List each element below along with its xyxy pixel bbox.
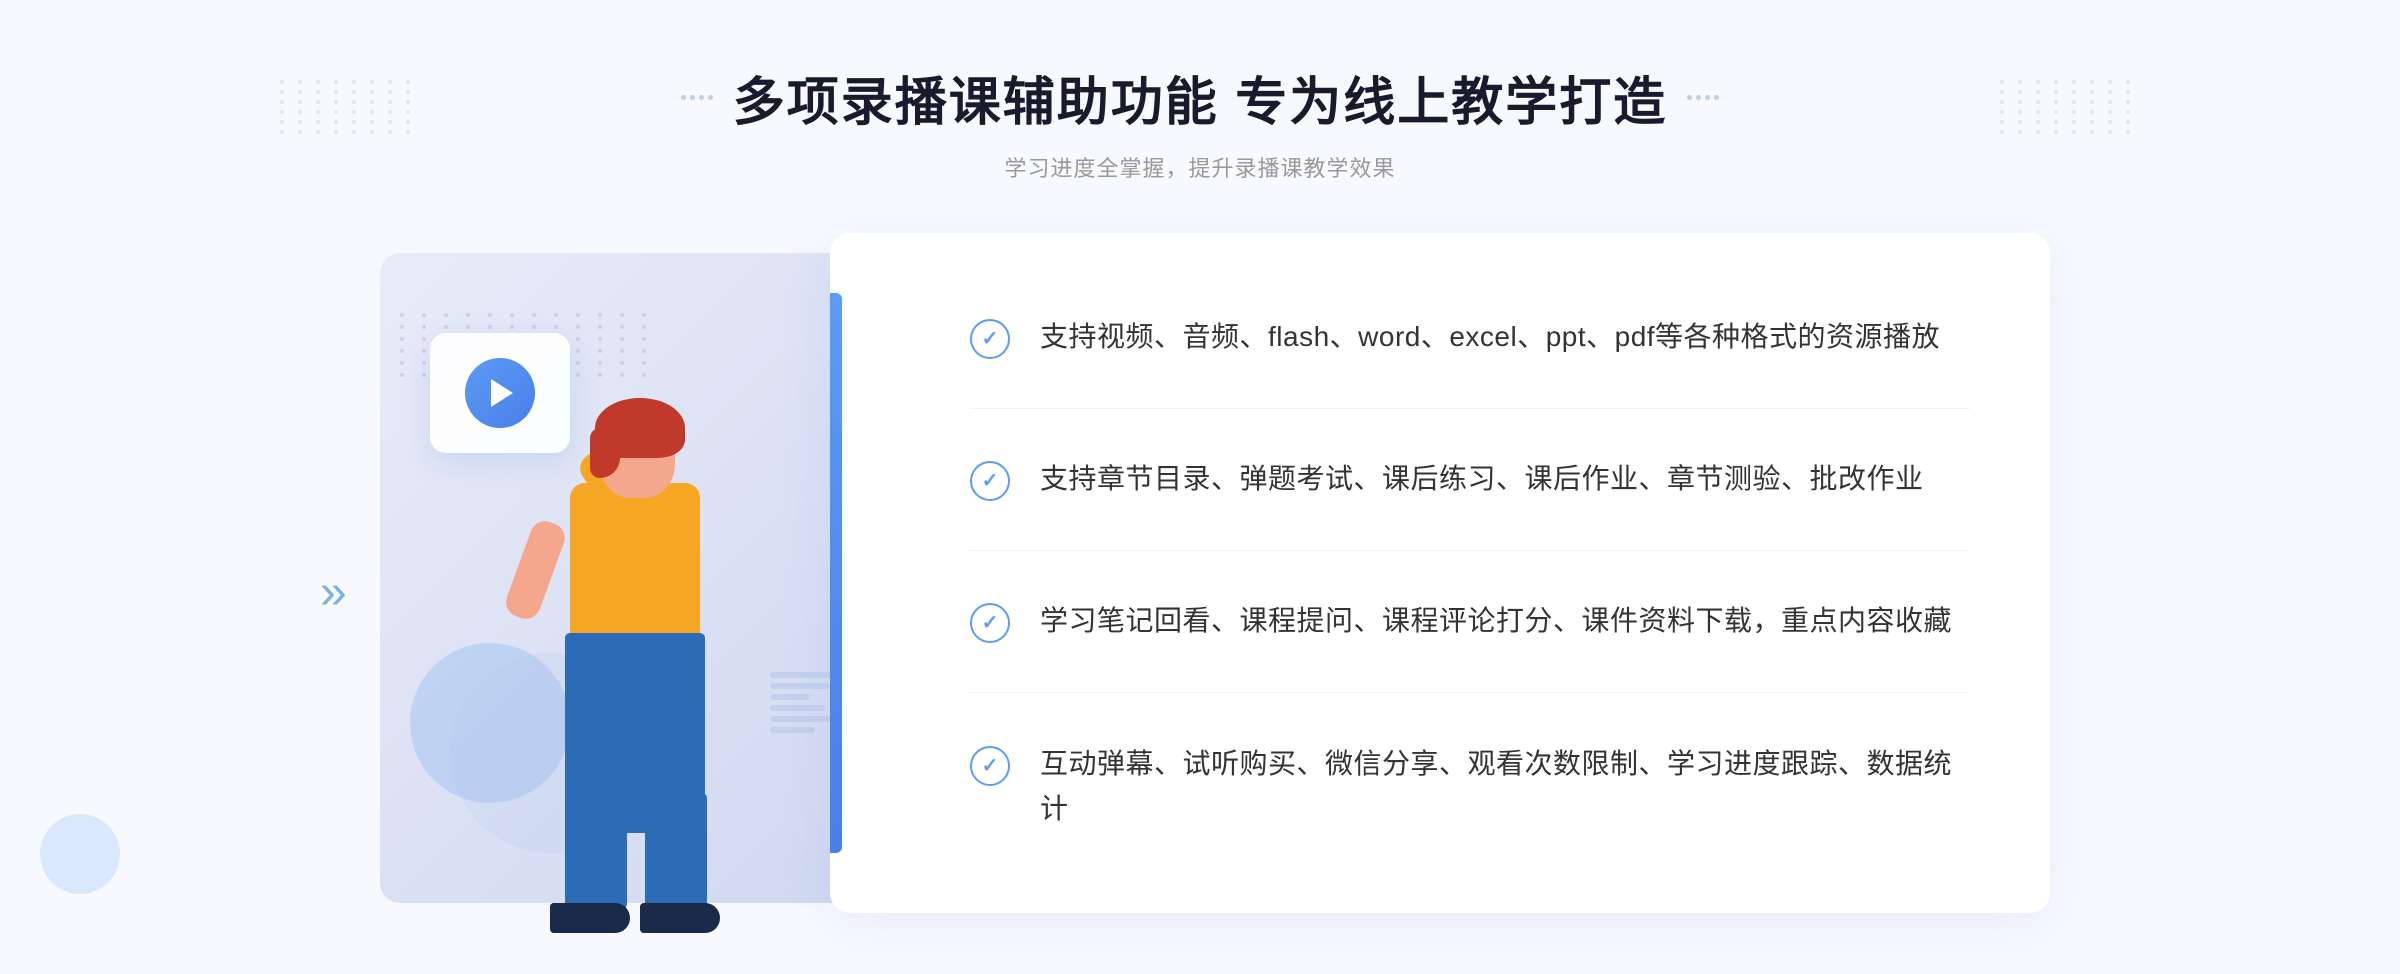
- feature-text-4: 互动弹幕、试听购买、微信分享、观看次数限制、学习进度跟踪、数据统计: [1040, 742, 1970, 832]
- checkmark-4: ✓: [982, 756, 999, 776]
- right-panel: ✓ 支持视频、音频、flash、word、excel、ppt、pdf等各种格式的…: [830, 233, 2050, 913]
- check-icon-4: ✓: [970, 746, 1010, 786]
- check-icon-1: ✓: [970, 319, 1010, 359]
- check-icon-3: ✓: [970, 603, 1010, 643]
- feature-text-1: 支持视频、音频、flash、word、excel、ppt、pdf等各种格式的资源…: [1040, 315, 1940, 360]
- chevrons-left-decoration: »: [320, 569, 347, 617]
- feature-item-2: ✓ 支持章节目录、弹题考试、课后练习、课后作业、章节测验、批改作业: [970, 457, 1970, 502]
- feature-item-4: ✓ 互动弹幕、试听购买、微信分享、观看次数限制、学习进度跟踪、数据统计: [970, 742, 1970, 832]
- char-arm-down: [502, 517, 569, 623]
- chevron-icon: »: [320, 569, 347, 617]
- checkmark-2: ✓: [982, 471, 999, 491]
- left-panel: »: [350, 253, 910, 933]
- page-subtitle: 学习进度全掌握，提升录播课教学效果: [681, 151, 1719, 183]
- check-circle-4: ✓: [970, 746, 1010, 786]
- header-section: 多项录播课辅助功能 专为线上教学打造 学习进度全掌握，提升录播课教学效果: [681, 60, 1719, 183]
- check-circle-1: ✓: [970, 319, 1010, 359]
- check-icon-2: ✓: [970, 461, 1010, 501]
- checkmark-1: ✓: [982, 329, 999, 349]
- feature-text-3: 学习笔记回看、课程提问、课程评论打分、课件资料下载，重点内容收藏: [1040, 599, 1952, 644]
- char-hair-side: [590, 428, 620, 478]
- header-decorators: 多项录播课辅助功能 专为线上教学打造: [681, 60, 1719, 135]
- decorative-dots-right: [2000, 80, 2120, 200]
- feature-item-1: ✓ 支持视频、音频、flash、word、excel、ppt、pdf等各种格式的…: [970, 315, 1970, 360]
- bottom-circle-decoration: [40, 814, 120, 894]
- header-dots-left: [681, 95, 713, 100]
- feature-divider-1: [970, 408, 1970, 409]
- feature-item-3: ✓ 学习笔记回看、课程提问、课程评论打分、课件资料下载，重点内容收藏: [970, 599, 1970, 644]
- char-shoe-left: [550, 903, 630, 933]
- content-area: » ✓ 支持视频、音频、flash、word、excel、ppt、pdf等各种格…: [350, 233, 2050, 953]
- decorative-dots-left: [280, 80, 400, 200]
- bottom-left-decoration: [40, 814, 120, 894]
- character-illustration: [470, 373, 750, 933]
- header-dots-right: [1687, 95, 1719, 100]
- feature-divider-3: [970, 692, 1970, 693]
- check-circle-2: ✓: [970, 461, 1010, 501]
- char-pants: [565, 633, 705, 833]
- page-title: 多项录播课辅助功能 专为线上教学打造: [733, 60, 1667, 135]
- checkmark-3: ✓: [982, 613, 999, 633]
- char-torso: [570, 483, 700, 643]
- check-circle-3: ✓: [970, 603, 1010, 643]
- feature-divider-2: [970, 550, 1970, 551]
- char-shoe-right: [640, 903, 720, 933]
- feature-text-2: 支持章节目录、弹题考试、课后练习、课后作业、章节测验、批改作业: [1040, 457, 1924, 502]
- page-container: 多项录播课辅助功能 专为线上教学打造 学习进度全掌握，提升录播课教学效果: [0, 0, 2400, 974]
